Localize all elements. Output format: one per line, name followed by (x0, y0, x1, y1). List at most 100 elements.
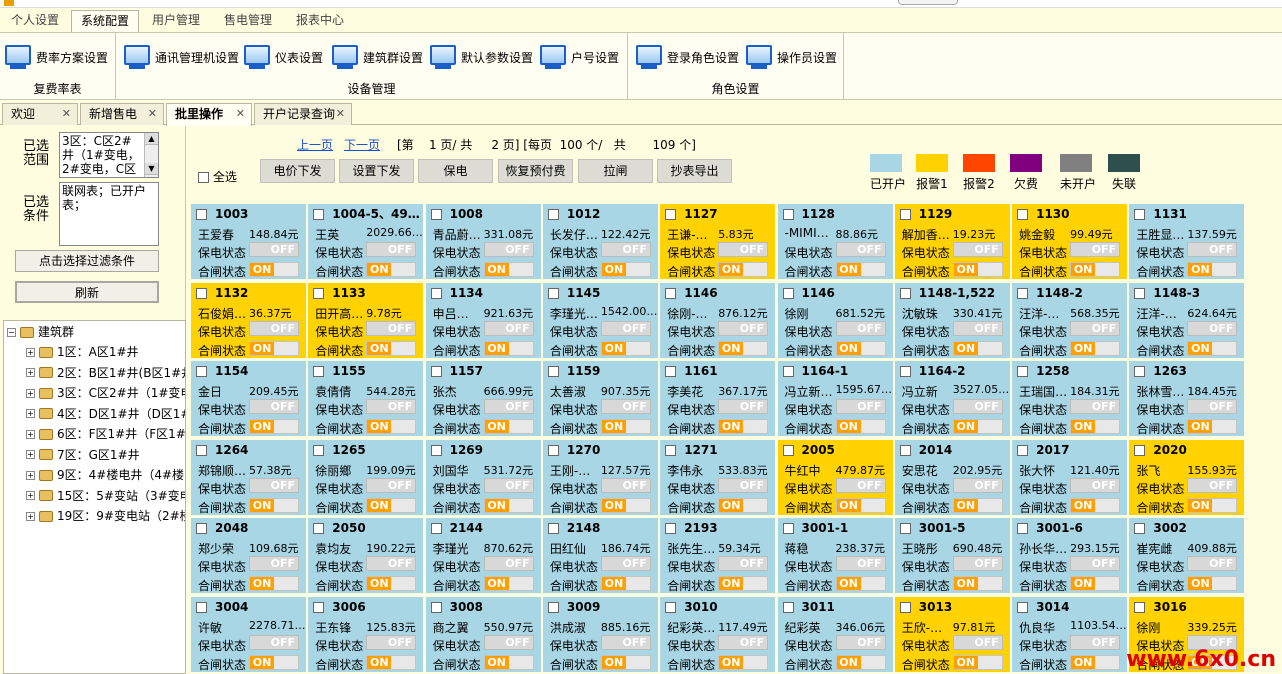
protect-toggle[interactable]: OFF (1187, 320, 1238, 336)
switch-toggle[interactable]: ON (718, 340, 769, 356)
protect-toggle[interactable]: OFF (952, 320, 1003, 336)
protect-toggle[interactable]: OFF (483, 477, 534, 493)
card-checkbox[interactable] (665, 444, 677, 456)
switch-toggle[interactable]: ON (600, 576, 651, 591)
switch-toggle[interactable]: ON (1070, 576, 1121, 591)
switch-toggle[interactable]: ON (1187, 262, 1238, 277)
protect-toggle[interactable]: OFF (835, 556, 886, 571)
meter-card[interactable]: 3006 王东锋 125.83元 保电状态 OFF 合闸状态 ON (308, 596, 424, 672)
building-tree[interactable]: − 建筑群 +1区：A区1#井 +2区：B区1#井(B区1#井 +3区：C区2#井（1… (3, 320, 186, 674)
switch-toggle[interactable]: ON (952, 497, 1003, 513)
meter-card[interactable]: 1148-3 汪洋-… 624.64元 保电状态 OFF 合闸状态 ON (1129, 282, 1245, 358)
meter-card[interactable]: 1132 石俊娟… 36.37元 保电状态 OFF 合闸状态 ON (191, 282, 306, 358)
card-checkbox[interactable] (430, 209, 442, 220)
switch-toggle[interactable]: ON (952, 419, 1003, 434)
expand-icon[interactable]: + (26, 388, 35, 398)
protect-toggle[interactable]: OFF (952, 634, 1003, 650)
protect-toggle[interactable]: OFF (249, 634, 299, 650)
switch-toggle[interactable]: ON (483, 419, 534, 434)
expand-icon[interactable]: + (26, 409, 35, 418)
protect-toggle[interactable]: OFF (483, 242, 534, 257)
card-checkbox[interactable] (547, 523, 559, 534)
protect-toggle[interactable]: OFF (249, 320, 299, 336)
protect-toggle[interactable]: OFF (483, 634, 534, 650)
expand-icon[interactable]: + (26, 347, 35, 357)
switch-toggle[interactable]: ON (366, 340, 417, 356)
card-checkbox[interactable] (196, 209, 207, 220)
meter-card[interactable]: 1271 李伟永 533.83元 保电状态 OFF 合闸状态 ON (660, 439, 776, 515)
protect-toggle[interactable]: OFF (600, 556, 651, 571)
switch-toggle[interactable]: ON (1070, 340, 1121, 356)
protect-toggle[interactable]: OFF (366, 556, 417, 571)
collapse-icon[interactable]: − (7, 327, 16, 337)
card-checkbox[interactable] (430, 366, 442, 377)
card-checkbox[interactable] (782, 366, 794, 377)
switch-toggle[interactable]: ON (835, 262, 886, 277)
default-params-button[interactable]: 默认参数设置 (430, 43, 533, 71)
meter-card[interactable]: 1146 徐刚-… 876.12元 保电状态 OFF 合闸状态 ON (660, 282, 776, 358)
switch-toggle[interactable]: ON (600, 654, 651, 670)
meter-card[interactable]: 3011 纪彩英 346.06元 保电状态 OFF 合闸状态 ON (777, 596, 893, 672)
protect-toggle[interactable]: OFF (835, 477, 886, 493)
switch-toggle[interactable]: ON (600, 419, 651, 434)
card-checkbox[interactable] (899, 523, 911, 534)
protect-power-button[interactable]: 保电 (418, 159, 493, 183)
meter-card[interactable]: 1164-1 冯立新… 1595.67… 保电状态 OFF 合闸状态 ON (777, 361, 893, 436)
close-icon[interactable]: ✕ (336, 104, 345, 124)
switch-toggle[interactable]: ON (952, 262, 1003, 277)
card-checkbox[interactable] (782, 523, 794, 534)
card-checkbox[interactable] (1017, 209, 1029, 220)
meter-card[interactable]: 1148-2 汪洋-… 568.35元 保电状态 OFF 合闸状态 ON (1012, 282, 1128, 358)
tree-root[interactable]: − 建筑群 (7, 322, 74, 342)
operator-settings-button[interactable]: 操作员设置 (746, 43, 837, 71)
card-checkbox[interactable] (430, 287, 442, 299)
doc-tab-account-records[interactable]: 开户记录查询 ✕ (254, 103, 352, 125)
switch-toggle[interactable]: ON (952, 654, 1003, 670)
protect-toggle[interactable]: OFF (718, 242, 769, 257)
switch-toggle[interactable]: ON (718, 576, 769, 591)
protect-toggle[interactable]: OFF (600, 399, 651, 414)
protect-toggle[interactable]: OFF (718, 477, 769, 493)
protect-toggle[interactable]: OFF (835, 634, 886, 650)
card-checkbox[interactable] (313, 209, 325, 220)
card-checkbox[interactable] (782, 601, 794, 613)
meter-card[interactable]: 2144 李瑾光 870.62元 保电状态 OFF 合闸状态 ON (425, 518, 541, 593)
meter-card[interactable]: 2048 郑少荣 109.68元 保电状态 OFF 合闸状态 ON (191, 518, 306, 593)
card-checkbox[interactable] (1134, 366, 1146, 377)
switch-toggle[interactable]: ON (366, 419, 417, 434)
expand-icon[interactable]: + (26, 429, 35, 439)
meter-card[interactable]: 3004 许敏 2278.71… 保电状态 OFF 合闸状态 ON (191, 596, 306, 672)
protect-toggle[interactable]: OFF (835, 399, 886, 414)
tab-user-management[interactable]: 用户管理 (144, 10, 208, 32)
switch-toggle[interactable]: ON (249, 497, 299, 513)
protect-toggle[interactable]: OFF (835, 242, 886, 257)
protect-toggle[interactable]: OFF (600, 477, 651, 493)
tree-item[interactable]: +4区：D区1#井（D区1# (26, 404, 185, 424)
tree-item[interactable]: +19区：9#变电站（2#楼 (26, 506, 185, 526)
protect-toggle[interactable]: OFF (718, 399, 769, 414)
protect-toggle[interactable]: OFF (1070, 477, 1121, 493)
protect-toggle[interactable]: OFF (1070, 320, 1121, 336)
scroll-up-icon[interactable]: ▲ (145, 133, 158, 145)
meter-card[interactable]: 1128 -MIMI… 88.86元 保电状态 OFF 合闸状态 ON (777, 204, 893, 279)
card-checkbox[interactable] (899, 366, 911, 377)
protect-toggle[interactable]: OFF (600, 320, 651, 336)
expand-icon[interactable]: + (26, 450, 35, 459)
meter-card[interactable]: 1265 徐丽鄉 199.09元 保电状态 OFF 合闸状态 ON (308, 439, 424, 515)
protect-toggle[interactable]: OFF (249, 477, 299, 493)
protect-toggle[interactable]: OFF (366, 242, 417, 257)
meter-card[interactable]: 2014 安思花 202.95元 保电状态 OFF 合闸状态 ON (894, 439, 1010, 515)
close-icon[interactable]: ✕ (148, 104, 157, 124)
meter-card[interactable]: 1127 王谦-… 5.83元 保电状态 OFF 合闸状态 ON (660, 204, 776, 279)
switch-toggle[interactable]: ON (249, 262, 299, 277)
doc-tab-batch-ops[interactable]: 批里操作 ✕ (166, 103, 252, 126)
card-checkbox[interactable] (196, 601, 207, 613)
card-checkbox[interactable] (1134, 523, 1146, 534)
meter-card[interactable]: 3009 洪成淑 885.16元 保电状态 OFF 合闸状态 ON (542, 596, 658, 672)
switch-toggle[interactable]: ON (249, 419, 299, 434)
card-checkbox[interactable] (1017, 287, 1029, 299)
meter-card[interactable]: 2050 袁均友 190.22元 保电状态 OFF 合闸状态 ON (308, 518, 424, 593)
protect-toggle[interactable]: OFF (1070, 556, 1121, 571)
card-checkbox[interactable] (547, 601, 559, 613)
meter-card[interactable]: 1157 张杰 666.99元 保电状态 OFF 合闸状态 ON (425, 361, 541, 436)
